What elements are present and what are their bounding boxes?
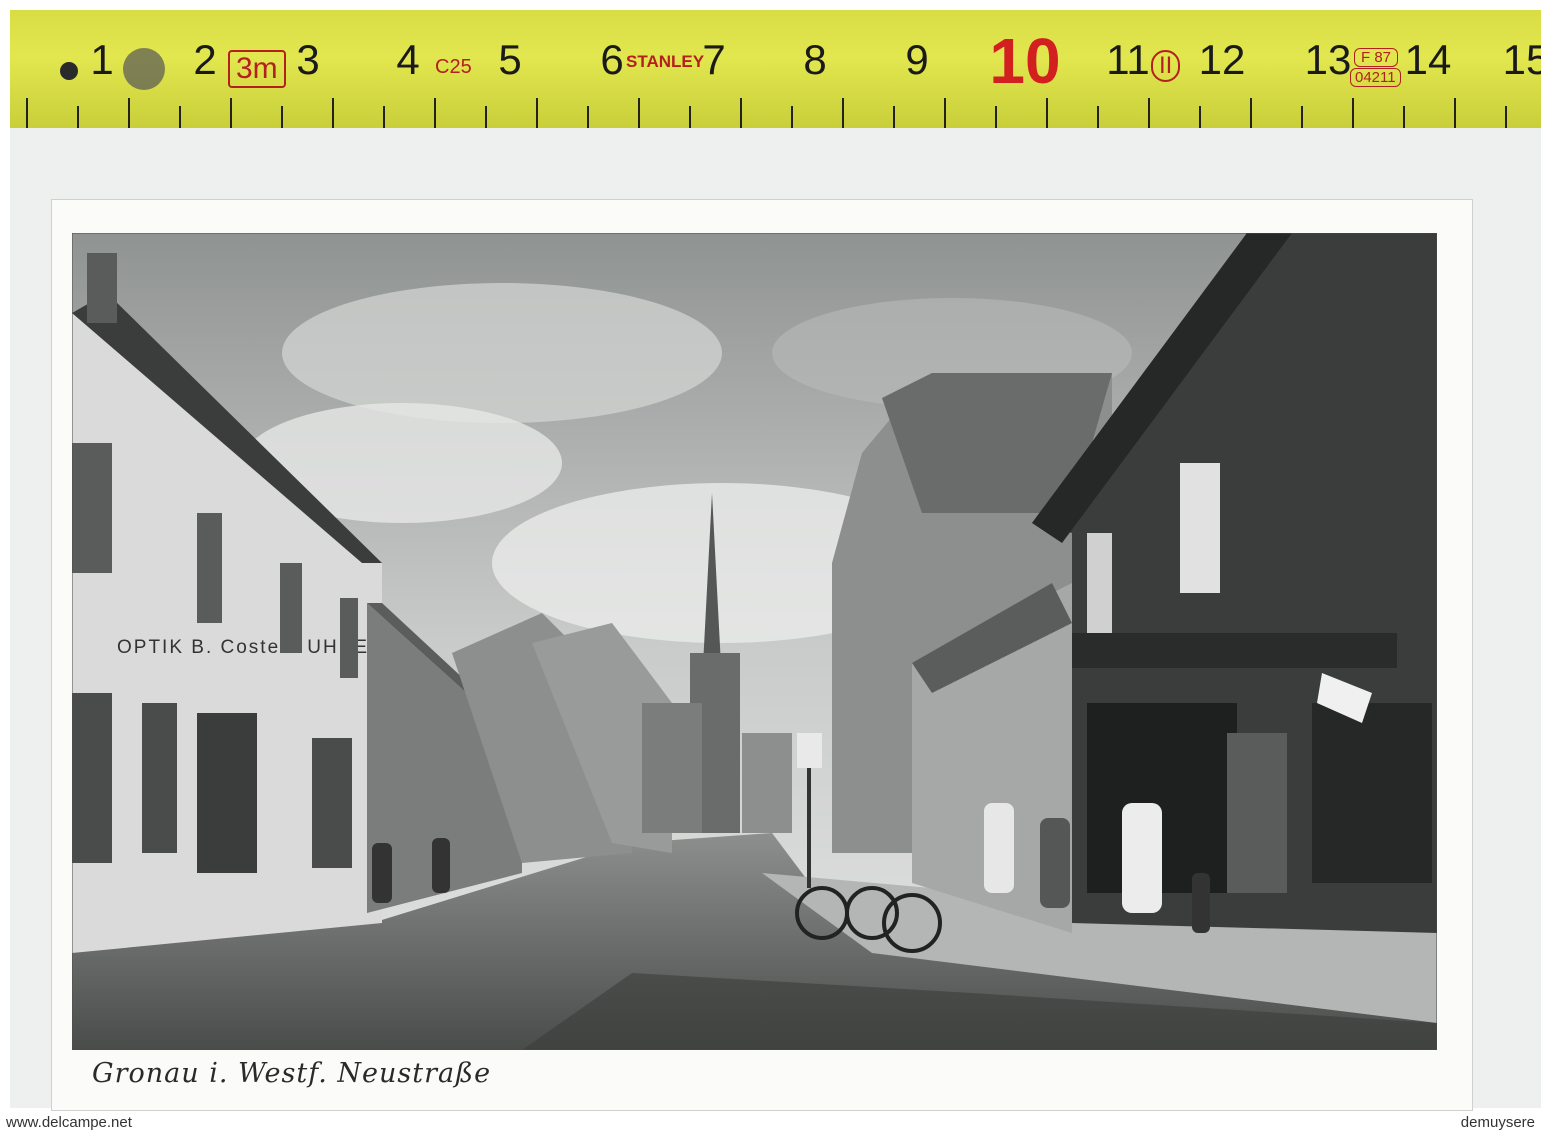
ruler-tick	[485, 106, 487, 128]
window	[1180, 463, 1220, 593]
ruler-tick	[638, 98, 640, 128]
ruler-tick	[536, 98, 538, 128]
ruler-tick	[434, 98, 436, 128]
display-case	[1227, 733, 1287, 893]
pedestrian	[1122, 803, 1162, 913]
church-nave	[642, 703, 702, 833]
ruler-tick	[77, 106, 79, 128]
ruler-tick	[26, 98, 28, 128]
ruler-code-f87: F 87	[1354, 48, 1399, 67]
ruler-number: 8	[803, 36, 827, 83]
ruler-code-c25: C25	[435, 56, 472, 78]
shop-window	[197, 713, 257, 873]
watermark-seller: demuysere	[1460, 1114, 1535, 1131]
ruler-number: 2	[193, 36, 217, 83]
ruler-tick	[689, 106, 691, 128]
tape-hole	[60, 62, 78, 80]
shop-window	[72, 693, 112, 863]
tape-rivet	[123, 48, 165, 90]
ruler-tick	[128, 98, 130, 128]
ruler-tick	[587, 106, 589, 128]
parking-sign	[797, 733, 822, 768]
ruler-tick	[179, 106, 181, 128]
chimney	[87, 253, 117, 323]
ruler-tick	[995, 106, 997, 128]
cyclist	[432, 838, 450, 893]
shop-window	[142, 703, 177, 853]
ruler-tick	[1097, 106, 1099, 128]
ruler-tick	[1199, 106, 1201, 128]
ruler-tick	[1148, 98, 1150, 128]
ruler-number: 11	[1106, 36, 1150, 83]
postcard: OPTIK B. Costers UHREN Gronau i. Westf. …	[52, 200, 1472, 1110]
ruler-code-04211: 04211	[1350, 68, 1401, 87]
ruler-tick	[1046, 98, 1048, 128]
window	[72, 443, 112, 573]
ruler-number: 13	[1304, 36, 1352, 83]
child	[1192, 873, 1210, 933]
cloud	[282, 283, 722, 423]
ruler-tick	[842, 98, 844, 128]
window	[197, 513, 222, 623]
ruler-tick	[791, 106, 793, 128]
church-nave	[742, 733, 792, 833]
ruler-number: 12	[1198, 36, 1246, 83]
ruler-number: 1	[90, 36, 114, 83]
ruler-tick	[1352, 98, 1354, 128]
ruler-number: 6	[600, 36, 624, 83]
cyclist	[372, 843, 392, 903]
ruler-number: 5	[498, 36, 522, 83]
shop-signboard	[1072, 633, 1397, 668]
ruler-length-label: 3m	[228, 50, 286, 88]
ruler-class-mark: II	[1151, 50, 1181, 82]
ruler-number: 15	[1502, 36, 1541, 83]
ruler-number: 3	[296, 36, 320, 83]
ruler-tick	[383, 106, 385, 128]
watermark-delcampe[interactable]: www.delcampe.net	[6, 1114, 132, 1131]
ruler-tick	[1505, 106, 1507, 128]
window	[280, 563, 302, 653]
postcard-caption: Gronau i. Westf. Neustraße	[92, 1058, 492, 1089]
shop-window	[1312, 703, 1432, 883]
ruler-tick	[281, 106, 283, 128]
pedestrian	[1040, 818, 1070, 908]
sign-pole	[807, 768, 811, 888]
ruler-tick	[1250, 98, 1252, 128]
ruler-tick	[1301, 106, 1303, 128]
ruler-tick	[332, 98, 334, 128]
street-photo: OPTIK B. Costers UHREN	[72, 233, 1437, 1050]
ruler-tick	[1454, 98, 1456, 128]
ruler-tick	[944, 98, 946, 128]
shop-window	[312, 738, 352, 868]
tape-measure: 1 2 3 4 5 6 7 8 9 10 11 12 13 14 15 3m C…	[10, 10, 1541, 130]
ruler-number: 14	[1404, 36, 1452, 83]
ruler-tick	[1403, 106, 1405, 128]
ruler-tick	[740, 98, 742, 128]
ruler-tick	[230, 98, 232, 128]
window	[340, 598, 358, 678]
ruler-number-ten: 10	[989, 25, 1061, 97]
window	[1087, 533, 1112, 633]
ruler-number: 4	[396, 36, 420, 83]
ruler-brand: STANLEY	[626, 52, 705, 71]
ruler-tick	[893, 106, 895, 128]
pedestrian	[984, 803, 1014, 893]
ruler-number: 9	[905, 36, 929, 83]
ruler-number: 7	[702, 36, 726, 83]
